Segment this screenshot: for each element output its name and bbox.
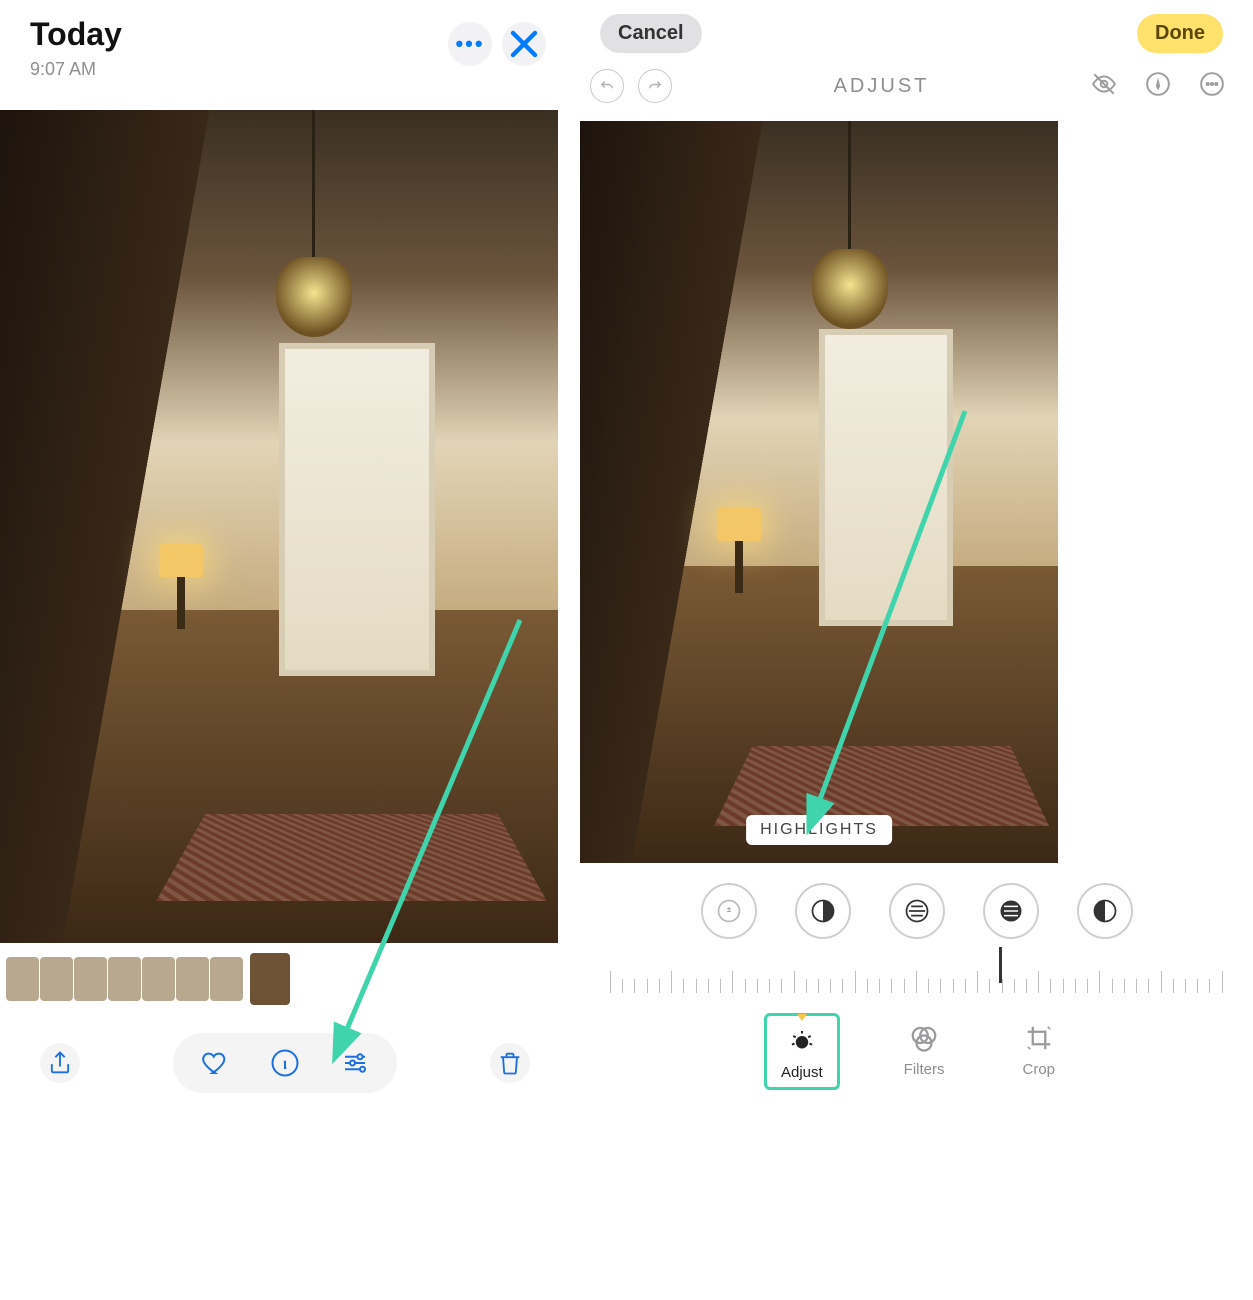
redo-icon (646, 77, 664, 95)
edit-tabs: Adjust Filters Crop (580, 993, 1253, 1090)
done-button[interactable]: Done (1137, 14, 1223, 53)
tab-adjust-label: Adjust (781, 1064, 823, 1081)
tab-filters[interactable]: Filters (890, 1013, 959, 1090)
photo-interior-illustration (580, 121, 1058, 863)
dial-exposure[interactable] (795, 883, 851, 939)
close-button[interactable] (502, 22, 546, 66)
edit-button[interactable] (335, 1043, 375, 1083)
photo-edit-pane: Cancel Done ADJUST (570, 0, 1253, 1300)
dial-brilliance[interactable] (889, 883, 945, 939)
photo-interior-illustration (0, 110, 558, 943)
undo-button[interactable] (590, 69, 624, 103)
ellipsis-circle-icon (1199, 71, 1225, 97)
svg-text:±: ± (726, 905, 731, 914)
thumbnail[interactable] (108, 957, 141, 1001)
tab-adjust[interactable]: Adjust (764, 1013, 840, 1090)
thumbnail[interactable] (176, 957, 209, 1001)
crop-icon (1024, 1023, 1054, 1053)
auto-icon: ± (715, 897, 743, 925)
slider-ticks (610, 961, 1223, 993)
left-toolbar (0, 1009, 570, 1093)
adjust-icon (787, 1026, 817, 1056)
thumbnail[interactable] (142, 957, 175, 1001)
edit-photo-preview[interactable]: HIGHLIGHTS (580, 121, 1058, 863)
filters-icon (909, 1023, 939, 1053)
markup-button[interactable] (1145, 71, 1171, 102)
edit-mode-label: ADJUST (834, 75, 930, 98)
thumbnail[interactable] (40, 957, 73, 1001)
tab-filters-label: Filters (904, 1061, 945, 1078)
heart-icon (200, 1048, 230, 1078)
redo-button[interactable] (638, 69, 672, 103)
brilliance-icon (903, 897, 931, 925)
photos-detail-pane: Today 9:07 AM ••• (0, 0, 570, 1300)
trash-icon (496, 1048, 524, 1078)
tab-crop[interactable]: Crop (1009, 1013, 1070, 1090)
left-header: Today 9:07 AM ••• (0, 0, 570, 88)
eye-off-icon (1091, 71, 1117, 97)
info-button[interactable] (265, 1043, 305, 1083)
thumbnail[interactable] (210, 957, 243, 1001)
active-adjust-badge: HIGHLIGHTS (746, 815, 892, 845)
thumbnail-selected[interactable] (250, 953, 290, 1005)
dial-shadows[interactable] (1077, 883, 1133, 939)
toggle-preview-button[interactable] (1091, 71, 1117, 102)
tab-crop-label: Crop (1023, 1061, 1056, 1078)
photo-time: 9:07 AM (30, 59, 122, 80)
slider-pointer[interactable] (999, 947, 1002, 983)
markup-icon (1145, 71, 1171, 97)
undo-icon (598, 77, 616, 95)
adjust-slider[interactable] (610, 961, 1223, 993)
more-options-button[interactable] (1199, 71, 1225, 102)
exposure-icon (809, 897, 837, 925)
dial-highlights[interactable] (983, 883, 1039, 939)
share-icon (46, 1048, 74, 1078)
info-icon (270, 1048, 300, 1078)
thumbnail-strip[interactable] (6, 957, 570, 1009)
dial-auto[interactable]: ± (701, 883, 757, 939)
edit-subheader: ADJUST (580, 53, 1253, 103)
shadows-icon (1091, 897, 1119, 925)
thumbnail[interactable] (6, 957, 39, 1001)
thumbnail[interactable] (74, 957, 107, 1001)
adjust-dials-row: ± (580, 863, 1253, 947)
more-button[interactable]: ••• (448, 22, 492, 66)
cancel-button[interactable]: Cancel (600, 14, 702, 53)
highlights-icon (997, 897, 1025, 925)
main-photo[interactable] (0, 110, 558, 943)
sliders-icon (340, 1048, 370, 1078)
close-icon (502, 22, 546, 66)
share-button[interactable] (40, 1043, 80, 1083)
edit-header: Cancel Done (580, 0, 1253, 53)
delete-button[interactable] (490, 1043, 530, 1083)
favorite-button[interactable] (195, 1043, 235, 1083)
ellipsis-icon: ••• (455, 31, 484, 57)
photo-date-title: Today (30, 16, 122, 53)
